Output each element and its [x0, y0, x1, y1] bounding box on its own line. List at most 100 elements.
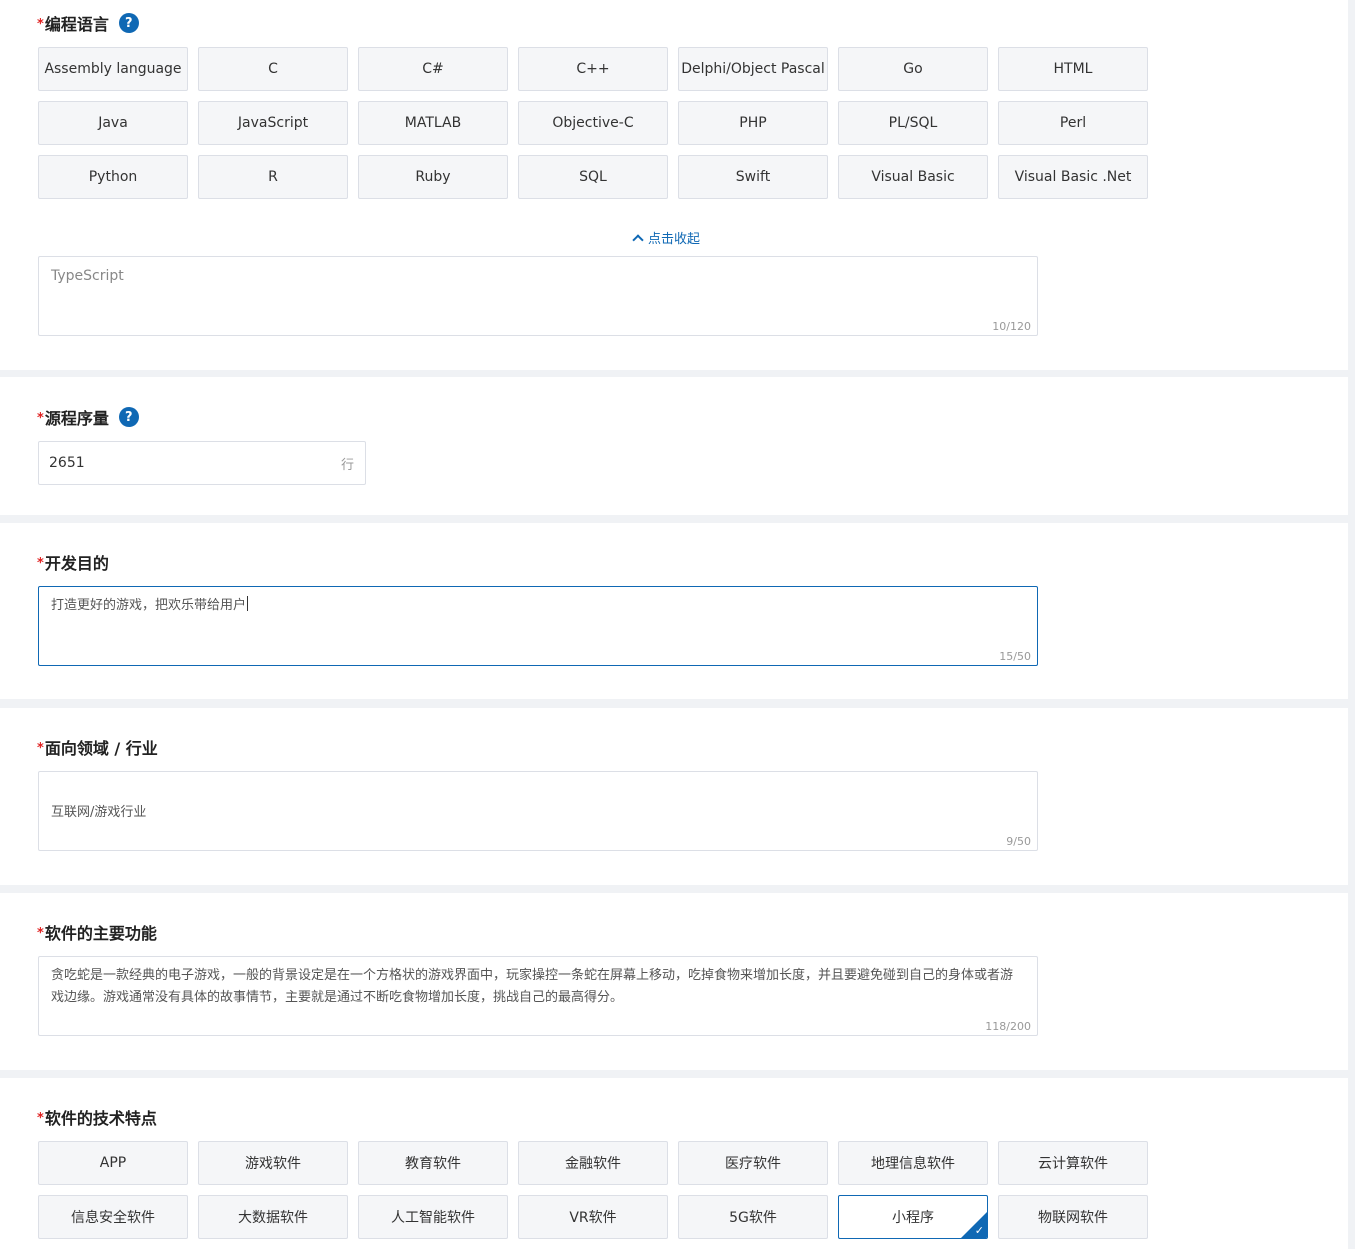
text-caret: [247, 596, 249, 611]
tech-option[interactable]: 人工智能软件: [358, 1195, 508, 1239]
language-option-label: C++: [576, 61, 610, 77]
purpose-title-text: 开发目的: [44, 554, 109, 573]
language-option-label: PHP: [739, 115, 767, 131]
tech-option-label: 大数据软件: [238, 1210, 308, 1226]
collapse-label: 点击收起: [648, 232, 701, 247]
language-option-label: Java: [98, 115, 128, 131]
checkmark-icon: ✓: [974, 1224, 984, 1237]
tech-option[interactable]: 小程序 ✓: [838, 1195, 988, 1239]
functions-value: 贪吃蛇是一款经典的电子游戏，一般的背景设定是在一个方格状的游戏界面中，玩家操控一…: [51, 968, 1014, 1005]
language-title-text: 编程语言: [44, 15, 109, 34]
tech-option-label: 小程序: [892, 1210, 934, 1226]
tech-option[interactable]: APP: [38, 1141, 188, 1185]
collapse-toggle[interactable]: 点击收起: [632, 228, 701, 247]
tech-option[interactable]: 信息安全软件: [38, 1195, 188, 1239]
language-option-label: C#: [422, 61, 444, 77]
tech-option[interactable]: 金融软件: [518, 1141, 668, 1185]
domain-value: 互联网/游戏行业: [51, 805, 147, 820]
language-option[interactable]: C#: [358, 47, 508, 91]
language-option[interactable]: Java: [38, 101, 188, 145]
language-option[interactable]: PL/SQL: [838, 101, 988, 145]
question-circle-icon[interactable]: ?: [118, 13, 139, 33]
language-other-value: TypeScript: [51, 268, 124, 284]
language-option[interactable]: SQL: [518, 155, 668, 199]
source-lines-input[interactable]: 2651 行: [38, 441, 366, 485]
language-option[interactable]: PHP: [678, 101, 828, 145]
purpose-value: 打造更好的游戏，把欢乐带给用户: [51, 598, 247, 613]
purpose-title: * 开发目的: [37, 550, 109, 574]
tech-option-label: 5G软件: [729, 1210, 777, 1226]
functions-section: * 软件的主要功能 贪吃蛇是一款经典的电子游戏，一般的背景设定是在一个方格状的游…: [0, 893, 1348, 1070]
functions-title-text: 软件的主要功能: [44, 924, 157, 943]
functions-title: * 软件的主要功能: [37, 920, 157, 944]
functions-counter: 118/200: [985, 1020, 1031, 1033]
tech-option-label: 云计算软件: [1038, 1156, 1108, 1172]
tech-option-label: 物联网软件: [1038, 1210, 1108, 1226]
tech-option-label: 医疗软件: [725, 1156, 781, 1172]
language-option-label: Visual Basic .Net: [1014, 169, 1132, 185]
language-option-label: R: [268, 169, 278, 185]
domain-title-text: 面向领域 / 行业: [44, 739, 158, 758]
language-option[interactable]: HTML: [998, 47, 1148, 91]
source-lines-title-text: 源程序量: [44, 409, 109, 428]
language-option-label: Swift: [735, 169, 771, 185]
tech-option[interactable]: VR软件: [518, 1195, 668, 1239]
language-option[interactable]: Objective-C: [518, 101, 668, 145]
language-option[interactable]: Assembly language: [38, 47, 188, 91]
language-option[interactable]: Python: [38, 155, 188, 199]
tech-option-label: APP: [99, 1155, 127, 1171]
language-option[interactable]: Go: [838, 47, 988, 91]
tech-title: * 软件的技术特点: [37, 1105, 157, 1129]
language-option-label: Visual Basic: [871, 169, 955, 185]
required-mark: *: [37, 925, 44, 941]
purpose-section: * 开发目的 打造更好的游戏，把欢乐带给用户 15/50: [0, 523, 1348, 699]
purpose-text: 打造更好的游戏，把欢乐带给用户: [51, 595, 1021, 617]
domain-title: * 面向领域 / 行业: [37, 735, 158, 759]
purpose-counter: 15/50: [999, 650, 1031, 663]
source-lines-value: 2651: [49, 455, 85, 471]
language-option[interactable]: Delphi/Object Pascal: [678, 47, 828, 91]
required-mark: *: [37, 16, 44, 32]
language-option[interactable]: Perl: [998, 101, 1148, 145]
language-other-counter: 10/120: [992, 320, 1031, 333]
domain-textarea[interactable]: 互联网/游戏行业 9/50: [38, 771, 1038, 851]
tech-section: * 软件的技术特点 APP 游戏软件 教育软件 金融软件 医疗软件 地理信息软件 云计算软件…: [0, 1078, 1348, 1249]
required-mark: *: [37, 410, 44, 426]
language-option-label: MATLAB: [404, 115, 462, 131]
language-option[interactable]: Ruby: [358, 155, 508, 199]
tech-option-label: 教育软件: [405, 1156, 461, 1172]
tech-option[interactable]: 游戏软件: [198, 1141, 348, 1185]
tech-option[interactable]: 物联网软件: [998, 1195, 1148, 1239]
required-mark: *: [37, 555, 44, 571]
language-option-label: Assembly language: [44, 61, 182, 77]
tech-option[interactable]: 云计算软件: [998, 1141, 1148, 1185]
tech-option[interactable]: 大数据软件: [198, 1195, 348, 1239]
language-option-label: Python: [88, 169, 138, 185]
tech-option-label: 地理信息软件: [871, 1156, 955, 1172]
language-other-textarea[interactable]: TypeScript 10/120: [38, 256, 1038, 336]
language-option-label: Delphi/Object Pascal: [681, 61, 825, 77]
language-option[interactable]: R: [198, 155, 348, 199]
language-option-label: SQL: [579, 169, 607, 185]
purpose-textarea[interactable]: 打造更好的游戏，把欢乐带给用户 15/50: [38, 586, 1038, 666]
language-section: * 编程语言 ? Assembly language C C# C++ Delphi/O…: [0, 0, 1348, 370]
language-option[interactable]: C: [198, 47, 348, 91]
tech-option[interactable]: 5G软件: [678, 1195, 828, 1239]
functions-textarea[interactable]: 贪吃蛇是一款经典的电子游戏，一般的背景设定是在一个方格状的游戏界面中，玩家操控一…: [38, 956, 1038, 1036]
language-option[interactable]: C++: [518, 47, 668, 91]
domain-counter: 9/50: [1006, 835, 1031, 848]
language-option-label: Objective-C: [552, 115, 634, 131]
language-option[interactable]: Swift: [678, 155, 828, 199]
tech-option[interactable]: 医疗软件: [678, 1141, 828, 1185]
tech-title-text: 软件的技术特点: [44, 1109, 157, 1128]
language-option-label: PL/SQL: [888, 115, 938, 131]
language-option[interactable]: Visual Basic: [838, 155, 988, 199]
question-circle-icon[interactable]: ?: [118, 407, 139, 427]
tech-option[interactable]: 地理信息软件: [838, 1141, 988, 1185]
source-lines-title: * 源程序量 ?: [37, 405, 139, 429]
language-option[interactable]: JavaScript: [198, 101, 348, 145]
tech-option[interactable]: 教育软件: [358, 1141, 508, 1185]
language-option[interactable]: MATLAB: [358, 101, 508, 145]
language-option[interactable]: Visual Basic .Net: [998, 155, 1148, 199]
tech-option-label: 金融软件: [565, 1156, 621, 1172]
